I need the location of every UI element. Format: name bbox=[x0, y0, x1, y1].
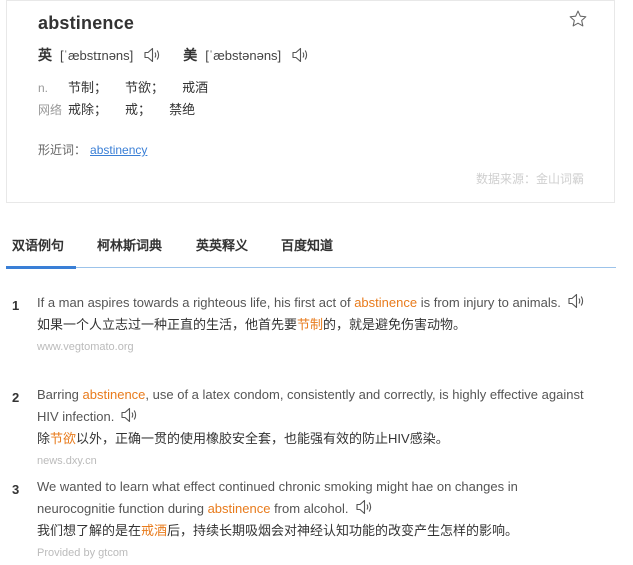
highlight-term: abstinence bbox=[354, 295, 418, 310]
example-english: If a man aspires towards a righteous lif… bbox=[37, 292, 587, 314]
part-of-speech: n. bbox=[38, 81, 49, 95]
uk-label: 英 bbox=[38, 47, 52, 63]
definition-item: 戒除 bbox=[68, 102, 95, 117]
example-source: www.vegtomato.org bbox=[37, 341, 134, 353]
uk-ipa: [ˈæbstɪnəns] bbox=[60, 47, 134, 63]
highlight-term: 节欲 bbox=[50, 431, 77, 446]
part-of-speech: 网络 bbox=[38, 103, 63, 117]
active-tab-indicator bbox=[6, 266, 76, 269]
highlight-term: 节制 bbox=[297, 317, 324, 332]
highlight-term: 戒酒 bbox=[141, 523, 168, 538]
example-speaker-icon[interactable] bbox=[567, 292, 587, 310]
similar-word-link[interactable]: abstinency bbox=[90, 143, 147, 157]
example-number: 3 bbox=[12, 482, 20, 497]
definition-row: 网络 戒除； 戒； 禁绝 bbox=[38, 99, 208, 121]
pronunciation-row: 英 [ˈæbstɪnəns] 美 [ˈæbstənəns] bbox=[38, 45, 311, 65]
definition-item: 禁绝 bbox=[169, 102, 196, 117]
definitions: n. 节制； 节欲； 戒酒 网络 戒除； 戒； 禁绝 bbox=[38, 77, 208, 121]
example-source: Provided by gtcom bbox=[37, 547, 129, 559]
highlight-term: abstinence bbox=[82, 387, 146, 402]
example-number: 2 bbox=[12, 390, 20, 405]
example-english: Barring abstinence, use of a latex condo… bbox=[37, 387, 584, 424]
example-english: We wanted to learn what effect continued… bbox=[37, 479, 518, 516]
favorite-star-icon[interactable] bbox=[568, 9, 588, 29]
tab-baidu-zhidao[interactable]: 百度知道 bbox=[281, 235, 333, 254]
example-speaker-icon[interactable] bbox=[120, 406, 140, 424]
example-speaker-icon[interactable] bbox=[355, 498, 375, 516]
tab-collins-dictionary[interactable]: 柯林斯词典 bbox=[97, 235, 162, 254]
definition-item: 戒酒 bbox=[182, 80, 209, 95]
definition-item: 节制 bbox=[68, 80, 95, 95]
tab-bar: 双语例句 柯林斯词典 英英释义 百度知道 bbox=[6, 221, 616, 269]
example-chinese: 除节欲以外，正确一贯的使用橡胶安全套，也能强有效的防止HIV感染。 bbox=[37, 431, 449, 446]
example-chinese: 我们想了解的是在戒酒后，持续长期吸烟会对神经认知功能的改变产生怎样的影响。 bbox=[37, 523, 519, 538]
definition-row: n. 节制； 节欲； 戒酒 bbox=[38, 77, 208, 99]
data-source: 数据来源：金山词霸 bbox=[475, 172, 584, 186]
definition-item: 戒 bbox=[125, 102, 139, 117]
tab-bilingual-examples[interactable]: 双语例句 bbox=[12, 235, 64, 254]
example-chinese: 如果一个人立志过一种正直的生活，他首先要节制的，就是避免伤害动物。 bbox=[37, 317, 467, 332]
us-speaker-icon[interactable] bbox=[291, 46, 311, 64]
tab-english-definitions[interactable]: 英英释义 bbox=[196, 235, 248, 254]
example-source: news.dxy.cn bbox=[37, 455, 97, 467]
similar-words: 形近词： abstinency bbox=[38, 141, 147, 158]
example-number: 1 bbox=[12, 298, 20, 313]
highlight-term: abstinence bbox=[207, 501, 271, 516]
us-ipa: [ˈæbstənəns] bbox=[205, 47, 282, 63]
uk-speaker-icon[interactable] bbox=[143, 46, 163, 64]
definition-item: 节欲 bbox=[125, 80, 152, 95]
similar-words-label: 形近词： bbox=[38, 143, 87, 157]
dictionary-card: abstinence 英 [ˈæbstɪnəns] 美 [ˈæbstənəns]… bbox=[6, 0, 615, 203]
us-label: 美 bbox=[183, 47, 198, 63]
headword: abstinence bbox=[38, 13, 135, 33]
